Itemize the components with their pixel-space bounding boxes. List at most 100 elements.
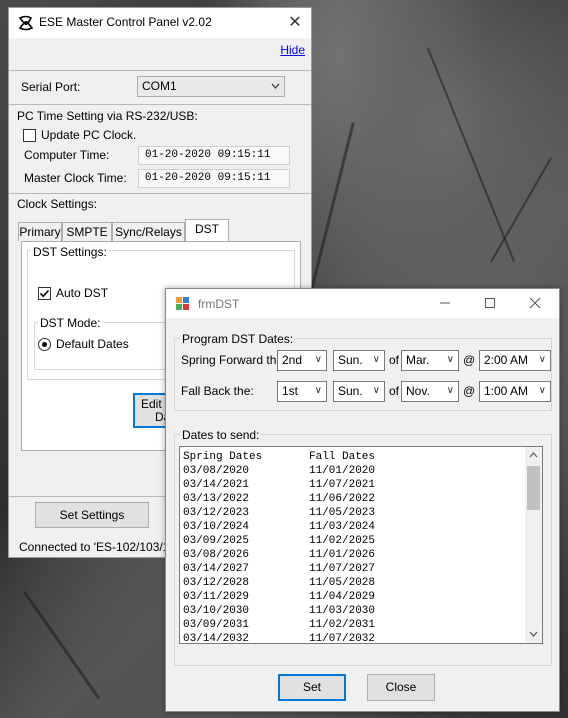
scroll-down-icon[interactable] [525, 626, 542, 643]
fall-date: 11/05/2028 [309, 577, 376, 589]
dst-mode-label: DST Mode: [38, 316, 103, 330]
list-item[interactable]: 03/12/2023 11/05/2023 [183, 506, 375, 520]
spring-date: 03/14/2027 [183, 563, 250, 575]
spring-day-select[interactable]: Sun. ∨ [333, 350, 385, 371]
tab-dst[interactable]: DST [185, 219, 229, 242]
rock-crack [22, 590, 101, 700]
rock-crack [308, 122, 355, 298]
list-item[interactable]: 03/09/2025 11/02/2025 [183, 534, 375, 548]
at-label: @ [463, 384, 476, 398]
spring-date: 03/10/2024 [183, 521, 250, 533]
window-title: frmDST [198, 297, 240, 311]
form-icon [176, 297, 190, 311]
list-item[interactable]: 03/14/2021 11/07/2021 [183, 478, 375, 492]
title-bar[interactable]: frmDST [166, 289, 559, 318]
list-item[interactable]: 03/10/2024 11/03/2024 [183, 520, 375, 534]
spring-date: 03/10/2030 [183, 605, 250, 617]
list-item[interactable]: 03/08/2026 11/01/2026 [183, 548, 375, 562]
of-label: of [389, 353, 400, 367]
minimize-icon[interactable] [431, 293, 459, 315]
close-icon[interactable]: ✕ [285, 12, 305, 34]
list-item[interactable]: 03/09/2031 11/02/2031 [183, 618, 375, 632]
set-button[interactable]: Set [278, 674, 346, 701]
spring-time-select[interactable]: 2:00 AM ∨ [479, 350, 551, 371]
tab-primary[interactable]: Primary [18, 222, 62, 241]
program-dst-label: Program DST Dates: [180, 332, 296, 346]
chevron-down-icon: ∨ [446, 354, 454, 365]
list-header: Spring Dates Fall Dates [183, 450, 375, 464]
serial-port-select[interactable]: COM1 [137, 76, 285, 97]
connection-status-text: Connected to 'ES-102/103/185 [19, 540, 183, 554]
maximize-icon[interactable] [476, 293, 504, 315]
default-dates-label: Default Dates [56, 337, 129, 351]
ese-logo-icon [18, 15, 34, 31]
spring-date: 03/11/2029 [183, 591, 250, 603]
set-settings-button[interactable]: Set Settings [35, 502, 149, 528]
spring-day-value: Sun. [338, 353, 363, 367]
serial-port-label: Serial Port: [21, 80, 81, 94]
list-item[interactable]: 03/12/2028 11/05/2028 [183, 576, 375, 590]
spring-date: 03/09/2025 [183, 535, 250, 547]
tab-smpte[interactable]: SMPTE [62, 222, 112, 241]
list-item[interactable]: 03/08/2020 11/01/2020 [183, 464, 375, 478]
update-pc-clock-checkbox[interactable] [23, 129, 36, 142]
spring-date: 03/08/2026 [183, 549, 250, 561]
fall-date: 11/07/2032 [309, 633, 376, 644]
clock-settings-label: Clock Settings: [17, 197, 98, 211]
list-item[interactable]: 03/11/2029 11/04/2029 [183, 590, 375, 604]
spring-date: 03/14/2021 [183, 479, 250, 491]
rock-crack [490, 157, 552, 263]
chevron-down-icon: ∨ [314, 354, 322, 365]
rock-crack [426, 47, 516, 263]
spring-date: 03/14/2032 [183, 633, 250, 644]
spring-time-value: 2:00 AM [484, 353, 529, 367]
tab-sync-relays[interactable]: Sync/Relays [112, 222, 185, 241]
list-item[interactable]: 03/14/2027 11/07/2027 [183, 562, 375, 576]
chevron-down-icon: ∨ [314, 385, 322, 396]
window-title: ESE Master Control Panel v2.02 [39, 15, 212, 29]
close-button[interactable]: Close [367, 674, 435, 701]
fall-date: 11/01/2026 [309, 549, 376, 561]
close-icon[interactable] [521, 293, 549, 315]
dates-listbox[interactable]: Spring Dates Fall Dates 03/08/2020 11/01/2… [179, 446, 543, 644]
chevron-down-icon: ∨ [372, 354, 380, 365]
fall-back-label: Fall Back the: [181, 384, 254, 398]
master-clock-time-label: Master Clock Time: [24, 171, 127, 185]
fall-date: 11/04/2029 [309, 591, 376, 603]
list-item[interactable]: 03/14/2032 11/07/2032 [183, 632, 376, 644]
computer-time-value: 01-20-2020 09:15:11 [138, 146, 290, 165]
fall-date: 11/06/2022 [309, 493, 376, 505]
scroll-up-icon[interactable] [525, 447, 542, 464]
fall-date: 11/03/2030 [309, 605, 376, 617]
spring-month-select[interactable]: Mar. ∨ [401, 350, 459, 371]
list-item[interactable]: 03/13/2022 11/06/2022 [183, 492, 375, 506]
spring-header: Spring Dates [183, 451, 263, 463]
chevron-down-icon [271, 77, 280, 102]
update-pc-clock-label: Update PC Clock. [41, 128, 137, 142]
hide-link[interactable]: Hide [280, 43, 305, 57]
divider [9, 70, 311, 71]
of-label: of [389, 384, 400, 398]
fall-date: 11/05/2023 [309, 507, 376, 519]
fall-day-select[interactable]: Sun. ∨ [333, 381, 385, 402]
scroll-thumb[interactable] [527, 466, 540, 510]
at-label: @ [463, 353, 476, 367]
fall-date: 11/03/2024 [309, 521, 376, 533]
dates-list: Spring Dates Fall Dates 03/08/2020 11/01/2… [183, 450, 376, 644]
fall-date: 11/01/2020 [309, 465, 376, 477]
chevron-down-icon: ∨ [538, 354, 546, 365]
spring-week-select[interactable]: 2nd ∨ [277, 350, 327, 371]
fall-month-value: Nov. [406, 384, 430, 398]
fall-date: 11/07/2027 [309, 563, 376, 575]
fall-month-select[interactable]: Nov. ∨ [401, 381, 459, 402]
spring-forward-label: Spring Forward the: [181, 353, 287, 367]
fall-time-select[interactable]: 1:00 AM ∨ [479, 381, 551, 402]
fall-header: Fall Dates [309, 451, 376, 463]
title-bar[interactable]: ESE Master Control Panel v2.02 ✕ [9, 8, 311, 38]
fall-week-select[interactable]: 1st ∨ [277, 381, 327, 402]
spring-date: 03/08/2020 [183, 465, 250, 477]
default-dates-radio[interactable] [38, 338, 51, 351]
auto-dst-checkbox[interactable] [38, 287, 51, 300]
vertical-scrollbar[interactable] [525, 447, 542, 643]
list-item[interactable]: 03/10/2030 11/03/2030 [183, 604, 375, 618]
